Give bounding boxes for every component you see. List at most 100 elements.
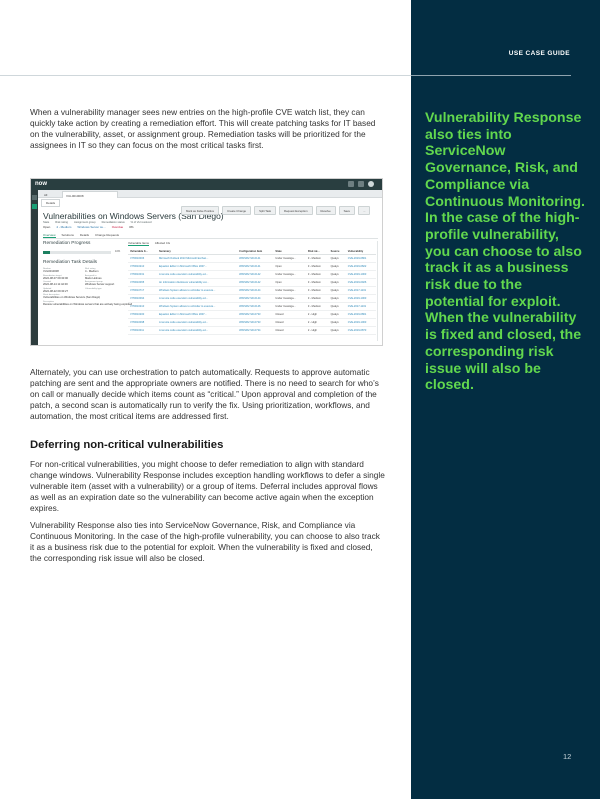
field-value: 4 - Medium (85, 270, 99, 273)
table-cell: Equation Editor in Microsoft Office 2007… (156, 310, 238, 319)
field-value: 2022-08-22 09:30:27 (43, 289, 68, 293)
tab-vulnerable-items: Vulnerable Items (128, 241, 149, 246)
orchestration-paragraph: Alternately, you can use orchestration t… (30, 367, 379, 422)
task-field: Remediation target 2022-08-07 09:30:00 (43, 275, 81, 280)
table-cell: CVE-2019-1003 (345, 318, 376, 327)
field-value: 2022-08-07 09:30:00 (43, 276, 68, 280)
table-cell: CVE-2019-0822 (345, 262, 376, 271)
section-heading: Deferring non-critical vulnerabilities (30, 439, 224, 451)
meta-label: % of Vul resolved (130, 221, 152, 224)
meta-value: Windows Server su... (77, 225, 106, 229)
table-cell: 3 - Medium (305, 254, 329, 263)
table-cell: WINSRV-SD-0733 (237, 318, 274, 327)
table-row: VIT0010011 A remote code execution vulner… (128, 326, 376, 335)
table-cell: Windows System allows to unbinder to exe… (156, 302, 238, 311)
table-cell: Qualys (328, 294, 346, 303)
field-value: 2022-08-14 11:42:00 (43, 283, 68, 286)
table-cell: A remote code execution vulnerability ex… (156, 326, 238, 335)
table-cell: Under Investiga... (273, 254, 306, 263)
app-top-bar: now (31, 179, 382, 190)
table-cell: CVE-2019-1003 (345, 294, 376, 303)
grc-paragraph: Vulnerability Response also ties into Se… (30, 520, 380, 564)
table-cell: 3 - Medium (305, 278, 329, 287)
vulnerable-items-table: Vulnerable It... Summary Configuration Ite… (128, 248, 376, 335)
table-cell: WINSRV-SD-0733 (237, 310, 274, 319)
table-row: VIT0010006 Microsoft Outlook 2013 Microso… (128, 254, 376, 263)
details-subtab: Details (41, 199, 61, 207)
table-cell: WINSRV-SD-0144 (237, 294, 274, 303)
vulnerable-items-panel: Vulnerable Items Affected CIs Vulnerable… (128, 241, 376, 335)
record-action-buttons: Mark as False Positive Create Change Spl… (181, 206, 371, 215)
task-field: Created 2022-08-14 11:42:00 (43, 281, 81, 286)
meta-value: 4 - Medium (56, 225, 72, 229)
tab-affected-cis: Affected CIs (154, 241, 171, 245)
record-meta-labels: State Risk rating Assignment group Remed… (43, 221, 152, 224)
meta-label: State (43, 221, 50, 224)
table-cell: CVE-2019-0801 (345, 254, 376, 263)
table-cell: WINSRV-SD-0141 (237, 254, 274, 263)
table-cell: VIT0010210 (128, 302, 157, 311)
task-long-field: Description Review vulnerabilities on Win… (43, 301, 133, 306)
list-icon (32, 204, 37, 209)
scrollbar (377, 241, 380, 341)
table-cell: Qualys (328, 286, 346, 295)
table-cell: Qualys (328, 326, 346, 335)
table-cell: 3 - Medium (305, 270, 329, 279)
record-meta-values: Open 4 - Medium Windows Server su... Ove… (43, 225, 134, 229)
table-cell: VIT0010094 (128, 294, 157, 303)
table-row: VIT0010094 A remote code execution vulner… (128, 294, 376, 303)
table-cell: Under Investiga... (273, 286, 306, 295)
field-value: Windows Server support (85, 283, 115, 286)
header-divider-left (0, 75, 411, 76)
table-cell: Closed (273, 318, 306, 327)
table-cell: Closed (273, 326, 306, 335)
field-value: Vulnerabilities on Windows Servers (San … (43, 296, 101, 299)
task-details-title: Remediation Task Details (43, 260, 98, 265)
table-cell: 2 - High (305, 326, 329, 335)
app-tab-bar: All VUL0010008 (38, 190, 382, 198)
task-detail-fields: Number VUL0010008 Risk rating 4 - Medium Rem… (43, 268, 123, 293)
table-cell: VIT0010210 (128, 262, 157, 271)
table-cell: 3 - Medium (305, 262, 329, 271)
table-cell: CVE-2017-1101 (345, 302, 376, 311)
intro-paragraph: When a vulnerability manager sees new en… (30, 107, 376, 151)
remediation-progress-bar: 10% (43, 250, 120, 254)
more-button: ... (358, 206, 371, 215)
help-icon (358, 181, 364, 187)
table-cell: Qualys (328, 310, 346, 319)
progress-percent: 10% (115, 250, 121, 253)
meta-value: Overdue (111, 225, 124, 229)
meta-label: Remediation status (101, 221, 125, 224)
task-field: Updated 2022-08-22 09:30:27 (43, 288, 81, 293)
meta-label: Risk rating (55, 221, 68, 224)
task-field: Number VUL0010008 (43, 268, 81, 273)
table-cell: Open (273, 262, 306, 271)
task-field: Risk rating 4 - Medium (85, 268, 123, 273)
table-row: VIT0010065 An information disclosure vuln… (128, 278, 376, 287)
table-cell: A remote code execution vulnerability ex… (156, 270, 238, 279)
tab-all: All (44, 193, 48, 197)
create-change-button: Create Change (222, 206, 252, 215)
task-long-fields: Short description Vulnerabilities on Wind… (43, 294, 132, 306)
remediation-panel: Remediation Progress 10% Remediation Tas… (43, 241, 132, 306)
table-cell: VIT0010011 (128, 326, 157, 335)
progress-title: Remediation Progress (43, 241, 91, 246)
table-row: VIT0010098 A remote code execution vulner… (128, 318, 376, 327)
table-cell: 3 - Medium (305, 302, 329, 311)
table-cell: Qualys (328, 262, 346, 271)
servicenow-screenshot: now All VUL0010008 Details Vulnerabiliti… (30, 178, 383, 346)
table-cell: Qualys (328, 254, 346, 263)
field-value: Mario Holmes (85, 276, 102, 280)
task-long-field: Short description Vulnerabilities on Wind… (43, 294, 133, 299)
table-cell: Qualys (328, 278, 346, 287)
table-cell: An information disclosure vulnerability … (156, 278, 238, 287)
table-cell: A remote code execution vulnerability ex… (156, 318, 238, 327)
pull-quote: Vulnerability Response also ties into Se… (425, 110, 585, 394)
table-cell: WINSRV-SD-0144 (237, 286, 274, 295)
table-body: VIT0010006 Microsoft Outlook 2013 Microso… (128, 254, 376, 335)
table-cell: WINSRV-SD-0142 (237, 278, 274, 287)
deferring-paragraph: For non-critical vulnerabilities, you mi… (30, 459, 385, 514)
resolve-button: Resolve (315, 206, 336, 215)
task-field: Assignment group Windows Server support (85, 281, 123, 286)
page-number: 12 (563, 752, 572, 761)
